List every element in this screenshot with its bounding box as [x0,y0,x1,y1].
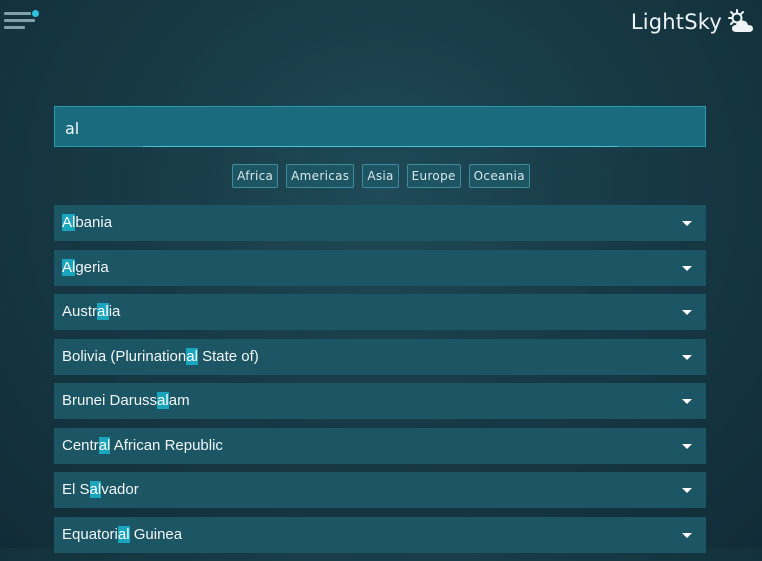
expand-caret-icon[interactable] [682,532,692,538]
expand-caret-icon[interactable] [682,443,692,449]
country-name-part: Guinea [129,525,183,543]
country-row[interactable]: Albania [54,205,706,241]
country-name-part: Centr [62,436,99,454]
country-name-part: Austr [62,303,98,320]
country-list: Albania Algeria Australia Bolivia (Plurinat… [54,205,706,561]
menu-button[interactable] [4,10,40,34]
country-name: El Salvador [62,472,139,508]
country-name-part: bania [75,214,113,231]
search-match-highlight: al [97,303,109,320]
notification-dot [32,10,39,17]
country-name: Albania [62,205,112,241]
filter-chip-americas[interactable]: Americas [286,164,355,188]
country-name-part: Equatori [62,525,118,543]
search-field[interactable] [54,106,706,147]
expand-caret-icon[interactable] [682,488,692,493]
expand-caret-icon[interactable] [682,399,692,404]
region-filters: Africa Americas Asia Europe Oceania [0,164,762,188]
search-match-highlight: Al [62,258,76,276]
country-row[interactable]: Australia [54,294,706,330]
filter-chip-oceania[interactable]: Oceania [468,164,530,188]
country-row[interactable]: El Salvador [54,472,706,508]
search-match-highlight: Al [62,214,76,231]
country-name-part: vador [101,481,139,498]
expand-caret-icon[interactable] [682,221,692,226]
country-name-part: African Republic [110,436,223,454]
menu-bar-2 [4,19,35,22]
country-row[interactable]: Algeria [54,249,706,286]
menu-bar-1 [4,12,31,15]
country-name-part: Brunei Daruss [62,392,158,409]
filter-chip-asia[interactable]: Asia [362,164,399,188]
app-logo: LightSky [631,8,756,36]
country-row[interactable]: Central African Republic [54,427,706,464]
search-match-highlight: al [98,436,111,454]
country-name: Bolivia (Plurinational State of) [62,339,259,375]
country-row[interactable]: Bolivia (Plurinational State of) [54,338,706,375]
menu-bar-3 [4,26,25,29]
country-name-part: ia [108,303,121,320]
country-name-part: State of) [197,347,259,365]
search-match-highlight: al [157,392,169,409]
app-title: LightSky [630,10,722,34]
search-match-highlight: al [117,525,130,543]
expand-caret-icon[interactable] [682,354,692,360]
filter-chip-europe[interactable]: Europe [406,164,461,188]
search-input[interactable] [63,115,687,141]
search-match-highlight: al [186,347,198,365]
search-focus-underline [143,146,618,147]
expand-caret-icon[interactable] [682,265,692,271]
country-name-part: geria [75,258,109,276]
country-name-part: am [168,392,190,409]
expand-caret-icon[interactable] [682,310,692,315]
country-row[interactable]: Brunei Darussalam [54,383,706,419]
country-name-part: El S [62,481,90,498]
country-name: Central African Republic [62,428,223,464]
filter-chip-africa[interactable]: Africa [232,164,279,188]
country-name: Algeria [62,250,109,286]
country-name: Equatorial Guinea [62,517,182,553]
country-name-part: Bolivia (Plurination [62,347,187,365]
search-match-highlight: al [89,481,102,498]
country-row[interactable]: Equatorial Guinea [54,516,706,553]
sun-cloud-icon [726,8,756,36]
country-name: Australia [62,294,120,330]
country-name: Brunei Darussalam [62,383,190,419]
